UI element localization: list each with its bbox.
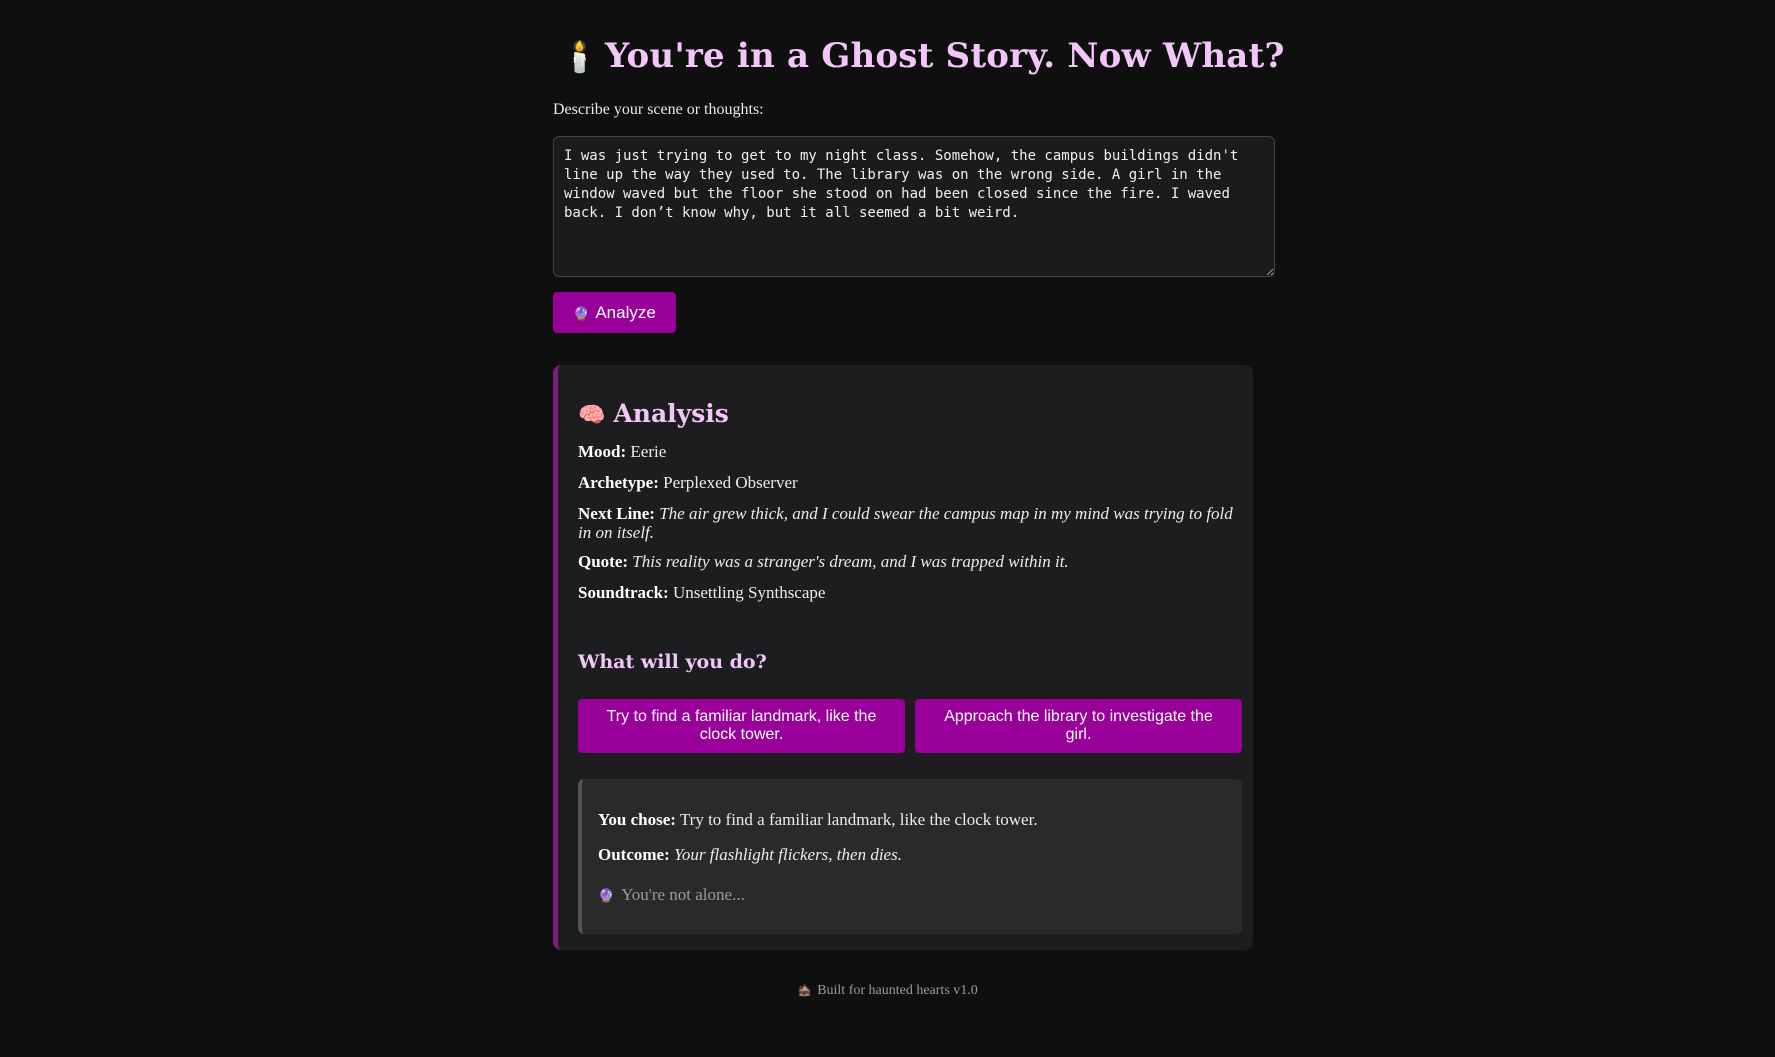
- page-title-text: You're in a Ghost Story. Now What?: [605, 36, 1285, 76]
- outcome-value: Your flashlight flickers, then dies.: [674, 845, 902, 864]
- crystal-ball-icon: 🔮: [598, 888, 615, 903]
- quote-field: Quote: This reality was a stranger's dre…: [578, 552, 1238, 571]
- page: 🕯️ You're in a Ghost Story. Now What? Des…: [0, 0, 1775, 1057]
- crystal-ball-icon: 🔮: [573, 305, 590, 321]
- brain-icon: 🧠: [578, 402, 606, 428]
- footer: 🏚️ Built for haunted hearts v1.0: [0, 983, 1775, 999]
- result-box: You chose: Try to find a familiar landma…: [578, 779, 1242, 934]
- mood-label: Mood:: [578, 442, 627, 461]
- soundtrack-label: Soundtrack:: [578, 583, 669, 602]
- analyze-button[interactable]: 🔮 Analyze: [553, 292, 676, 333]
- soundtrack-field: Soundtrack: Unsettling Synthscape: [578, 583, 1238, 602]
- mood-value: Eerie: [630, 442, 667, 461]
- quote-label: Quote:: [578, 552, 629, 571]
- archetype-field: Archetype: Perplexed Observer: [578, 473, 1238, 492]
- ghost-house-icon: 🏚️: [797, 983, 813, 997]
- next-line-value: The air grew thick, and I could swear th…: [578, 504, 1233, 542]
- choice-button-library[interactable]: Approach the library to investigate the …: [915, 699, 1242, 753]
- analyze-button-label: Analyze: [595, 302, 656, 322]
- you-chose-label: You chose:: [598, 810, 676, 829]
- soundtrack-value: Unsettling Synthscape: [672, 583, 826, 602]
- archetype-label: Archetype:: [578, 473, 659, 492]
- outcome-label: Outcome:: [598, 845, 670, 864]
- not-alone-text: You're not alone...: [621, 885, 745, 904]
- not-alone-message: 🔮 You're not alone...: [598, 885, 745, 905]
- you-chose-row: You chose: Try to find a familiar landma…: [598, 810, 1038, 830]
- outcome-row: Outcome: Your flashlight flickers, then …: [598, 845, 902, 865]
- scene-input[interactable]: I was just trying to get to my night cla…: [553, 136, 1275, 277]
- choice-prompt: What will you do?: [578, 651, 767, 673]
- page-title: 🕯️ You're in a Ghost Story. Now What?: [561, 36, 1285, 76]
- analysis-heading: 🧠 Analysis: [578, 399, 729, 428]
- quote-value: This reality was a stranger's dream, and…: [632, 552, 1069, 571]
- candle-icon: 🕯️: [561, 40, 599, 75]
- choice-button-landmark[interactable]: Try to find a familiar landmark, like th…: [578, 699, 905, 753]
- next-line-label: Next Line:: [578, 504, 655, 523]
- analysis-heading-text: Analysis: [613, 399, 729, 428]
- you-chose-value: Try to find a familiar landmark, like th…: [679, 810, 1038, 829]
- scene-input-label: Describe your scene or thoughts:: [553, 101, 764, 118]
- next-line-field: Next Line: The air grew thick, and I cou…: [578, 504, 1238, 542]
- analysis-panel: 🧠 Analysis Mood: Eerie Archetype: Perplex…: [553, 365, 1253, 950]
- archetype-value: Perplexed Observer: [663, 473, 798, 492]
- footer-text: Built for haunted hearts v1.0: [817, 983, 978, 998]
- mood-field: Mood: Eerie: [578, 442, 1238, 461]
